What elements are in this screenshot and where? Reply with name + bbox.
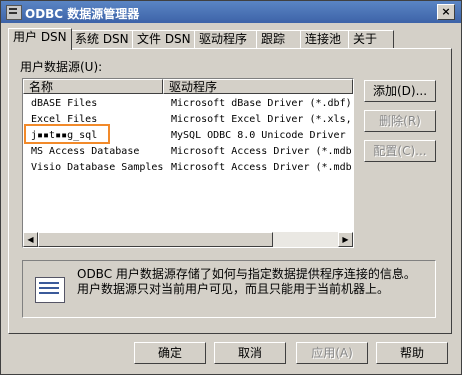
list-item[interactable]: Visio Database Samples Microsoft Access … <box>23 160 353 176</box>
dsn-driver: Microsoft Excel Driver (*.xls, <box>171 114 352 125</box>
selection-highlight-box <box>24 124 110 144</box>
dsn-driver: Microsoft dBase Driver (*.dbf) <box>171 98 352 109</box>
help-button[interactable]: 帮助 <box>376 342 448 364</box>
dsn-name: dBASE Files <box>31 98 98 109</box>
user-dsn-list[interactable]: 名称 驱动程序 dBASE Files Microsoft dBase Driv… <box>22 78 354 248</box>
apply-button[interactable]: 应用(A) <box>296 342 368 364</box>
configure-button[interactable]: 配置(C)... <box>364 140 436 162</box>
list-item[interactable]: dBASE Files Microsoft dBase Driver (*.db… <box>23 96 353 112</box>
close-button[interactable]: × <box>437 4 455 20</box>
info-text: ODBC 用户数据源存储了如何与指定数据提供程序连接的信息。用户数据源只对当前用… <box>77 267 416 296</box>
column-header-driver[interactable]: 驱动程序 <box>163 79 353 94</box>
column-header-name[interactable]: 名称 <box>23 79 163 94</box>
database-info-icon <box>35 277 65 303</box>
tab-connection-pooling[interactable]: 连接池 <box>300 30 354 49</box>
ok-button[interactable]: 确定 <box>134 342 206 364</box>
tab-tracing[interactable]: 跟踪 <box>256 30 302 49</box>
dsn-driver: Microsoft Access Driver (*.mdb <box>171 162 352 173</box>
tab-about[interactable]: 关于 <box>348 30 394 49</box>
odbc-app-icon <box>6 5 22 20</box>
scrollbar-thumb[interactable] <box>38 232 273 247</box>
cancel-button[interactable]: 取消 <box>214 342 286 364</box>
window-title: ODBC 数据源管理器 <box>25 7 140 21</box>
list-header: 名称 驱动程序 <box>23 79 353 95</box>
add-button[interactable]: 添加(D)... <box>364 80 436 102</box>
dsn-driver: Microsoft Access Driver (*.mdb <box>171 146 352 157</box>
tab-user-dsn[interactable]: 用户 DSN <box>8 28 72 50</box>
title-bar[interactable]: ODBC 数据源管理器 × <box>1 1 461 23</box>
list-item[interactable]: MS Access Database Microsoft Access Driv… <box>23 144 353 160</box>
horizontal-scrollbar[interactable]: ◀ ▶ <box>23 232 353 247</box>
remove-button[interactable]: 删除(R) <box>364 110 436 132</box>
tab-drivers[interactable]: 驱动程序 <box>194 30 260 49</box>
info-box: ODBC 用户数据源存储了如何与指定数据提供程序连接的信息。用户数据源只对当前用… <box>22 260 436 318</box>
scroll-left-arrow-icon[interactable]: ◀ <box>23 232 38 247</box>
tab-system-dsn[interactable]: 系统 DSN <box>70 30 136 49</box>
scroll-right-arrow-icon[interactable]: ▶ <box>338 232 353 247</box>
dsn-driver: MySQL ODBC 8.0 Unicode Driver <box>171 130 346 141</box>
tab-file-dsn[interactable]: 文件 DSN <box>132 30 198 49</box>
user-dsn-label: 用户数据源(U): <box>20 60 103 74</box>
dsn-name: Visio Database Samples <box>31 162 164 173</box>
dsn-name: MS Access Database <box>31 146 140 157</box>
